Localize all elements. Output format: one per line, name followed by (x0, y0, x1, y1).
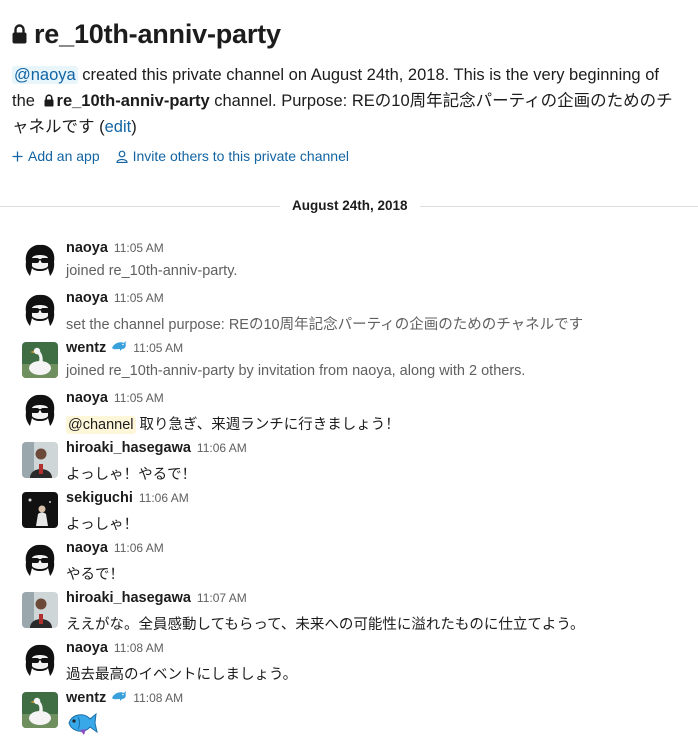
message-item: wentz 11:08 AM (22, 688, 682, 738)
message-item: naoya 11:08 AM 過去最高のイベントにしましょう。 (22, 638, 682, 688)
username[interactable]: naoya (66, 240, 108, 256)
username[interactable]: naoya (66, 290, 108, 306)
avatar[interactable] (22, 642, 58, 678)
message-text: ええがな。全員感動してもらって、未来への可能性に溢れたものに仕立てよう。 (66, 617, 585, 633)
add-app-button[interactable]: Add an app (12, 148, 100, 164)
avatar[interactable] (22, 492, 58, 528)
message-text: set the channel purpose: REの10周年記念パーティの企… (66, 317, 584, 333)
message-text: joined re_10th-anniv-party by invitation… (66, 363, 526, 379)
edit-purpose-link[interactable]: edit (105, 118, 132, 136)
message-text: やるで！ (66, 567, 124, 583)
timestamp[interactable]: 11:05 AM (114, 391, 164, 405)
message-item: hiroaki_hasegawa 11:07 AM ええがな。全員感動してもらっ… (22, 588, 682, 638)
avatar[interactable] (22, 592, 58, 628)
message-item: naoya 11:06 AM やるで！ (22, 538, 682, 588)
timestamp[interactable]: 11:08 AM (114, 641, 164, 655)
timestamp[interactable]: 11:06 AM (114, 541, 164, 555)
timestamp[interactable]: 11:05 AM (114, 291, 164, 305)
creator-mention[interactable]: @naoya (12, 66, 78, 84)
timestamp[interactable]: 11:07 AM (197, 591, 247, 605)
message-text: joined re_10th-anniv-party. (66, 263, 238, 279)
timestamp[interactable]: 11:06 AM (139, 491, 189, 505)
dolphin-icon (112, 341, 127, 351)
channel-mention[interactable]: @channel (66, 416, 136, 434)
message-item: hiroaki_hasegawa 11:06 AM よっしゃ！やるで！ (22, 438, 682, 488)
username[interactable]: hiroaki_hasegawa (66, 440, 191, 456)
plus-icon (12, 151, 23, 161)
fish-emoji-icon (68, 712, 98, 735)
username[interactable]: naoya (66, 640, 108, 656)
day-divider-label: August 24th, 2018 (280, 198, 420, 213)
username[interactable]: naoya (66, 390, 108, 406)
timestamp[interactable]: 11:06 AM (197, 441, 247, 455)
invite-button[interactable]: Invite others to this private channel (116, 148, 349, 164)
dolphin-icon (112, 691, 127, 701)
channel-ref[interactable]: re_10th-anniv-party (57, 92, 210, 110)
avatar[interactable] (22, 542, 58, 578)
username[interactable]: naoya (66, 540, 108, 556)
channel-intro: re_10th-anniv-party @naoya created this … (12, 14, 688, 164)
message-item: naoya 11:05 AM joined re_10th-anniv-part… (22, 238, 682, 288)
message-text: @channel 取り急ぎ、来週ランチに行きましょう！ (66, 413, 400, 434)
add-app-label: Add an app (28, 148, 100, 164)
avatar[interactable] (22, 692, 58, 728)
channel-title: re_10th-anniv-party (12, 14, 688, 54)
intro-text-part: ) (131, 118, 137, 136)
avatar[interactable] (22, 292, 58, 328)
timestamp[interactable]: 11:05 AM (114, 241, 164, 255)
avatar[interactable] (22, 242, 58, 278)
invite-label: Invite others to this private channel (132, 148, 349, 164)
username[interactable]: sekiguchi (66, 490, 133, 506)
channel-intro-text: @naoya created this private channel on A… (12, 62, 680, 140)
avatar[interactable] (22, 342, 58, 378)
timestamp[interactable]: 11:08 AM (133, 691, 183, 705)
message-item: sekiguchi 11:06 AM よっしゃ！ (22, 488, 682, 538)
username[interactable]: wentz (66, 690, 106, 706)
timestamp[interactable]: 11:05 AM (133, 341, 183, 355)
channel-name: re_10th-anniv-party (34, 18, 281, 49)
username[interactable]: hiroaki_hasegawa (66, 590, 191, 606)
message-text: よっしゃ！ (66, 517, 139, 533)
message-item: naoya 11:05 AM set the channel purpose: … (22, 288, 682, 338)
username[interactable]: wentz (66, 340, 106, 356)
channel-actions: Add an app Invite others to this private… (12, 148, 688, 164)
person-icon (116, 150, 128, 163)
channel-view: re_10th-anniv-party @naoya created this … (0, 0, 698, 747)
message-text: よっしゃ！やるで！ (66, 467, 197, 483)
avatar[interactable] (22, 442, 58, 478)
message-item: naoya 11:05 AM @channel 取り急ぎ、来週ランチに行きましょう… (22, 388, 682, 438)
lock-icon (12, 24, 27, 44)
message-item: wentz 11:05 AM joined re_10th-anniv-part… (22, 338, 682, 388)
avatar[interactable] (22, 392, 58, 428)
message-text: 過去最高のイベントにしましょう。 (66, 667, 298, 683)
message-text-content: 取り急ぎ、来週ランチに行きましょう！ (139, 417, 400, 433)
lock-icon (44, 94, 54, 107)
